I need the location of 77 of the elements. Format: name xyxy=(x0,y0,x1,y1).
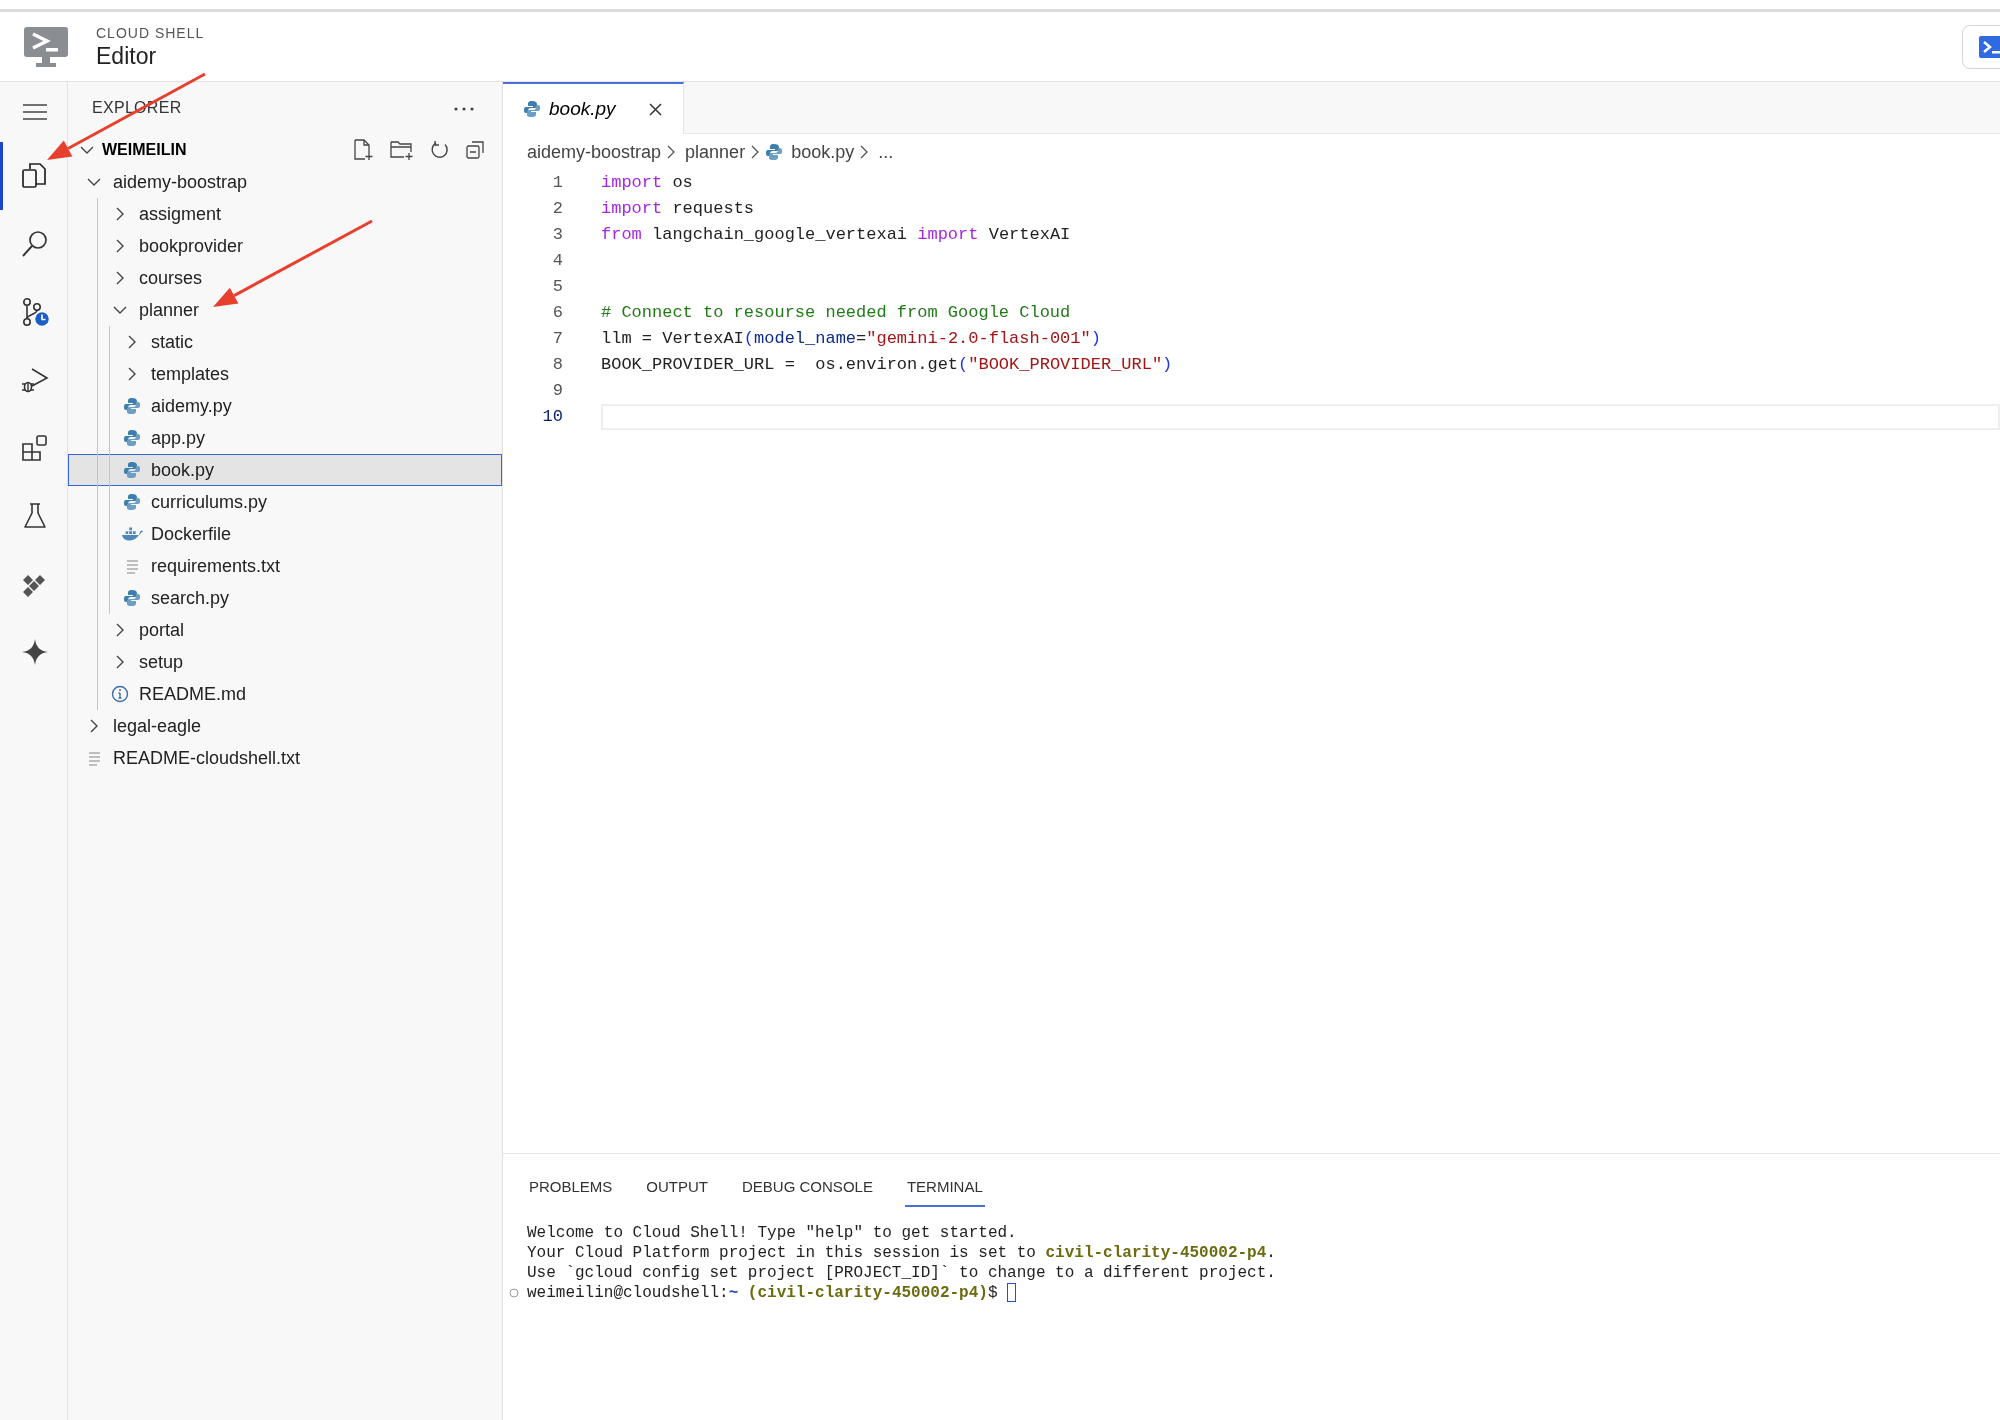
code-line: import os xyxy=(601,172,694,195)
terminal-line: Use `gcloud config set project [PROJECT_ID]` to change to a different project. xyxy=(527,1262,1277,1283)
terminal-cursor xyxy=(1007,1283,1017,1302)
panel-tab[interactable]: PROBLEMS xyxy=(527,1170,615,1207)
line-number: 5 xyxy=(551,276,563,299)
python-file-icon xyxy=(123,429,141,447)
line-number: 8 xyxy=(551,354,563,377)
file-item[interactable]: README-cloudshell.txt xyxy=(68,742,502,774)
code-line: from langchain_google_vertexai import VertexAI xyxy=(601,224,1072,247)
folder-item[interactable]: static xyxy=(68,326,502,358)
line-number: 7 xyxy=(551,328,563,351)
flask-icon xyxy=(21,502,49,530)
file-item[interactable]: Dockerfile xyxy=(68,518,502,550)
search-icon xyxy=(21,230,49,258)
file-item[interactable]: README.md xyxy=(68,678,502,710)
product-name: CLOUD SHELL xyxy=(96,24,206,44)
terminal-line: Your Cloud Platform project in this session is set to civil-clarity-450002-p4. xyxy=(527,1242,1277,1263)
python-file-icon xyxy=(765,143,784,161)
breadcrumb-item[interactable]: planner xyxy=(685,138,746,166)
breadcrumb-item[interactable]: aidemy-boostrap xyxy=(527,138,662,166)
line-number: 1 xyxy=(551,172,563,195)
text-file-icon xyxy=(124,557,140,575)
python-file-icon xyxy=(123,397,141,415)
python-file-icon xyxy=(123,493,141,511)
line-number: 3 xyxy=(551,224,563,247)
folder-item[interactable]: bookprovider xyxy=(68,230,502,262)
folder-item[interactable]: setup xyxy=(68,646,502,678)
new-folder-icon[interactable] xyxy=(390,139,414,161)
extensions-icon xyxy=(21,434,49,462)
folder-item[interactable]: templates xyxy=(68,358,502,390)
line-number: 6 xyxy=(551,302,563,325)
line-number: 4 xyxy=(551,250,563,273)
python-file-icon xyxy=(123,461,141,479)
cloud-shell-logo-icon xyxy=(23,25,69,68)
source-control-icon xyxy=(21,298,49,326)
python-file-icon xyxy=(123,589,141,607)
terminal-prompt: weimeilin@cloudshell:~ (civil-clarity-450002-p4)$ xyxy=(527,1282,999,1303)
folder-item[interactable]: portal xyxy=(68,614,502,646)
editor-tab[interactable]: book.py xyxy=(503,82,684,134)
collapse-all-icon[interactable] xyxy=(466,140,486,160)
files-icon xyxy=(21,162,49,190)
panel-tab[interactable]: DEBUG CONSOLE xyxy=(740,1170,875,1207)
menu-icon xyxy=(23,104,47,120)
python-file-icon xyxy=(523,100,541,118)
whale-icon xyxy=(121,525,143,543)
folder-item[interactable]: aidemy-boostrap xyxy=(68,166,502,198)
code-line: BOOK_PROVIDER_URL = os.environ.get("BOOK_PROVIDER_URL") xyxy=(601,354,1174,377)
new-file-icon[interactable] xyxy=(352,139,374,161)
app-title: Editor xyxy=(96,44,158,70)
text-file-icon xyxy=(86,749,102,767)
terminal-line: Welcome to Cloud Shell! Type "help" to get started. xyxy=(527,1222,1018,1243)
folder-item[interactable]: assigment xyxy=(68,198,502,230)
info-icon xyxy=(111,685,129,703)
close-icon[interactable] xyxy=(647,101,663,117)
panel-tab[interactable]: OUTPUT xyxy=(644,1170,711,1207)
code-line: # Connect to resourse needed from Google Cloud xyxy=(601,302,1072,325)
more-icon xyxy=(454,106,474,111)
line-number: 10 xyxy=(541,406,563,429)
file-item[interactable]: requirements.txt xyxy=(68,550,502,582)
file-item[interactable]: aidemy.py xyxy=(68,390,502,422)
refresh-icon[interactable] xyxy=(430,140,450,160)
file-item[interactable]: curriculums.py xyxy=(68,486,502,518)
file-item[interactable]: search.py xyxy=(68,582,502,614)
breadcrumb-item[interactable]: book.py xyxy=(791,138,855,166)
terminal-icon xyxy=(1979,35,2000,58)
code-line: import requests xyxy=(601,198,756,221)
file-item[interactable]: book.py xyxy=(68,454,502,486)
folder-item[interactable]: legal-eagle xyxy=(68,710,502,742)
breadcrumb-item[interactable]: ... xyxy=(878,138,894,166)
sparkle-icon xyxy=(21,638,49,666)
code-line: llm = VertexAI(model_name="gemini-2.0-flash-001") xyxy=(601,328,1102,351)
run-debug-icon xyxy=(21,366,49,394)
line-number: 9 xyxy=(551,380,563,403)
panel-tab[interactable]: TERMINAL xyxy=(904,1170,985,1207)
status-circle-icon xyxy=(509,1287,519,1298)
workspace-root[interactable]: WEIMEILIN xyxy=(76,134,352,166)
line-number: 2 xyxy=(551,198,563,221)
